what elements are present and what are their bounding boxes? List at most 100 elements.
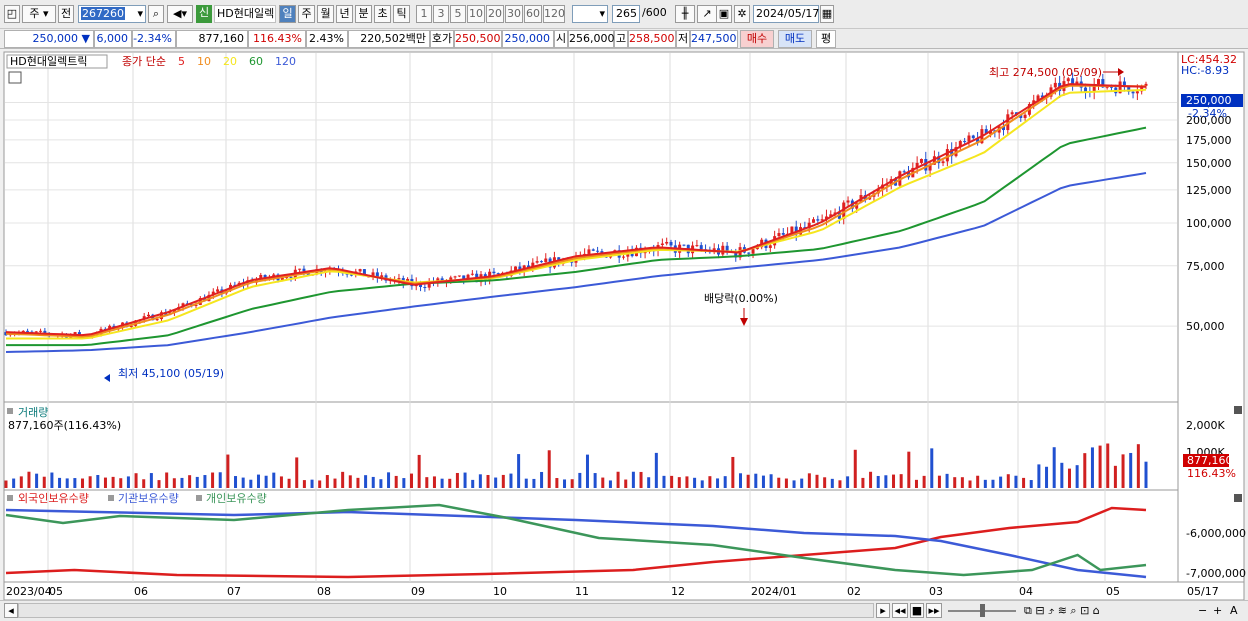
volume-bar bbox=[96, 474, 100, 488]
holdings-close-icon[interactable] bbox=[1234, 494, 1242, 502]
ma-legend-5: 5 bbox=[178, 55, 185, 68]
font-size-icon[interactable]: A bbox=[1230, 603, 1238, 619]
volume-bar bbox=[165, 472, 169, 488]
calculator-icon[interactable] bbox=[8, 71, 22, 84]
interval-button-0[interactable]: 1 bbox=[416, 5, 432, 23]
interval-button-2[interactable]: 5 bbox=[450, 5, 466, 23]
volume-bar bbox=[188, 475, 192, 488]
price-tick-7: 50,000 bbox=[1186, 320, 1225, 333]
interval-button-1[interactable]: 3 bbox=[433, 5, 449, 23]
x-tick-4: 08 bbox=[317, 585, 331, 598]
period-tab-4[interactable]: 분 bbox=[355, 5, 372, 23]
ask-price: 250,000 bbox=[502, 30, 554, 48]
price-value: 250,000 bbox=[32, 32, 79, 45]
volume-bar bbox=[983, 479, 987, 488]
tool-icons[interactable]: ⧉ ⊟ ⤴ ≋ ⌕ ⊡ ⌂ bbox=[1024, 603, 1100, 619]
volume-bar bbox=[968, 480, 972, 488]
candle-body bbox=[397, 278, 401, 280]
price-change-pct: -2.34% bbox=[132, 30, 176, 48]
low-label: 저 bbox=[676, 30, 690, 48]
period-tab-1[interactable]: 주 bbox=[298, 5, 315, 23]
chevron-down-icon[interactable]: ▾ bbox=[137, 6, 143, 22]
volume-bar bbox=[616, 471, 620, 488]
stop-icon[interactable]: ■ bbox=[910, 603, 924, 618]
scroll-left-icon[interactable]: ◂ bbox=[4, 603, 18, 618]
volume-ratio: 116.43% bbox=[248, 30, 306, 48]
count-input[interactable]: 265 bbox=[612, 5, 640, 23]
gear-icon[interactable]: ✲ bbox=[734, 5, 750, 23]
candle-body bbox=[26, 330, 30, 332]
volume-bar bbox=[134, 473, 138, 488]
draw-icon[interactable]: ↗ bbox=[697, 5, 717, 23]
volume-bar bbox=[708, 476, 712, 488]
date-input[interactable]: 2024/05/17 bbox=[753, 5, 819, 23]
zoom-in-icon[interactable]: + bbox=[1213, 603, 1222, 619]
interval-button-6[interactable]: 60 bbox=[524, 5, 542, 23]
zoom-out-icon[interactable]: − bbox=[1198, 603, 1207, 619]
candle-body bbox=[622, 256, 625, 258]
volume-bar bbox=[631, 471, 635, 488]
volume-bar bbox=[12, 478, 16, 488]
candle-icon[interactable]: ╫ bbox=[675, 5, 695, 23]
volume-bar bbox=[81, 478, 85, 488]
volume-close-icon[interactable] bbox=[1234, 406, 1242, 414]
volume-bar bbox=[172, 478, 176, 488]
candle-body bbox=[777, 233, 781, 237]
candle-body bbox=[768, 245, 772, 248]
candle-body bbox=[812, 219, 815, 223]
play-icon[interactable]: ▸▸ bbox=[926, 603, 942, 618]
horizontal-scrollbar[interactable] bbox=[18, 603, 874, 618]
interval-button-7[interactable]: 120 bbox=[543, 5, 565, 23]
volume: 877,160 bbox=[176, 30, 248, 48]
save-icon[interactable]: ▣ bbox=[716, 5, 732, 23]
candle-body bbox=[453, 276, 457, 278]
volume-bar bbox=[823, 477, 827, 488]
volume-last-pct: 116.43% bbox=[1187, 467, 1236, 480]
open-label: 시 bbox=[554, 30, 568, 48]
y-axis-area bbox=[1177, 51, 1245, 583]
volume-bar bbox=[1098, 445, 1102, 488]
volume-bar bbox=[754, 473, 758, 488]
bid-price: 250,500 bbox=[454, 30, 502, 48]
calendar-icon[interactable]: ▦ bbox=[820, 5, 834, 23]
interval-button-4[interactable]: 20 bbox=[486, 5, 504, 23]
interval-button-3[interactable]: 10 bbox=[467, 5, 485, 23]
candle-body bbox=[302, 268, 306, 272]
menu-icon[interactable]: ◰ bbox=[4, 5, 20, 23]
buy-button[interactable]: 매수 bbox=[740, 30, 774, 48]
current-price: 250,000 ▼ bbox=[4, 30, 94, 48]
period-tab-5[interactable]: 초 bbox=[374, 5, 391, 23]
interval-custom-select[interactable]: ▾ bbox=[572, 5, 608, 23]
avg-button[interactable]: 평 bbox=[816, 30, 836, 48]
interval-button-5[interactable]: 30 bbox=[505, 5, 523, 23]
scroll-right-icon[interactable]: ▸ bbox=[876, 603, 890, 618]
speaker-icon[interactable]: ◀▾ bbox=[167, 5, 193, 23]
play-back-icon[interactable]: ◂◂ bbox=[892, 603, 908, 618]
price-tick-6: 75,000 bbox=[1186, 260, 1225, 273]
volume-bar bbox=[279, 476, 283, 488]
volume-bar bbox=[402, 478, 406, 488]
volume-bar bbox=[976, 475, 980, 488]
market2-button[interactable]: 전 bbox=[58, 5, 74, 23]
period-tab-2[interactable]: 월 bbox=[317, 5, 334, 23]
volume-bar bbox=[1022, 477, 1026, 488]
volume-bar bbox=[1083, 453, 1087, 488]
legend-institution: 기관보유수량 bbox=[118, 492, 179, 505]
zoom-slider-handle[interactable] bbox=[980, 604, 985, 617]
new-badge: 신 bbox=[196, 5, 212, 23]
volume-bar bbox=[157, 480, 161, 488]
volume-bar bbox=[256, 474, 260, 488]
sell-button[interactable]: 매도 bbox=[778, 30, 812, 48]
volume-bar bbox=[318, 480, 322, 488]
volume-bar bbox=[647, 477, 651, 488]
stock-code-input[interactable]: 267260 ▾ bbox=[78, 5, 146, 23]
count-total: /600 bbox=[642, 6, 667, 19]
period-tab-6[interactable]: 틱 bbox=[393, 5, 410, 23]
price-tick-3: 150,000 bbox=[1186, 157, 1232, 170]
search-icon[interactable]: ⌕ bbox=[148, 5, 164, 23]
period-tab-0[interactable]: 일 bbox=[279, 5, 296, 23]
period-tab-3[interactable]: 년 bbox=[336, 5, 353, 23]
market-select[interactable]: 주 ▾ bbox=[22, 5, 56, 23]
candle-body bbox=[725, 245, 729, 251]
x-tick-5: 09 bbox=[411, 585, 425, 598]
